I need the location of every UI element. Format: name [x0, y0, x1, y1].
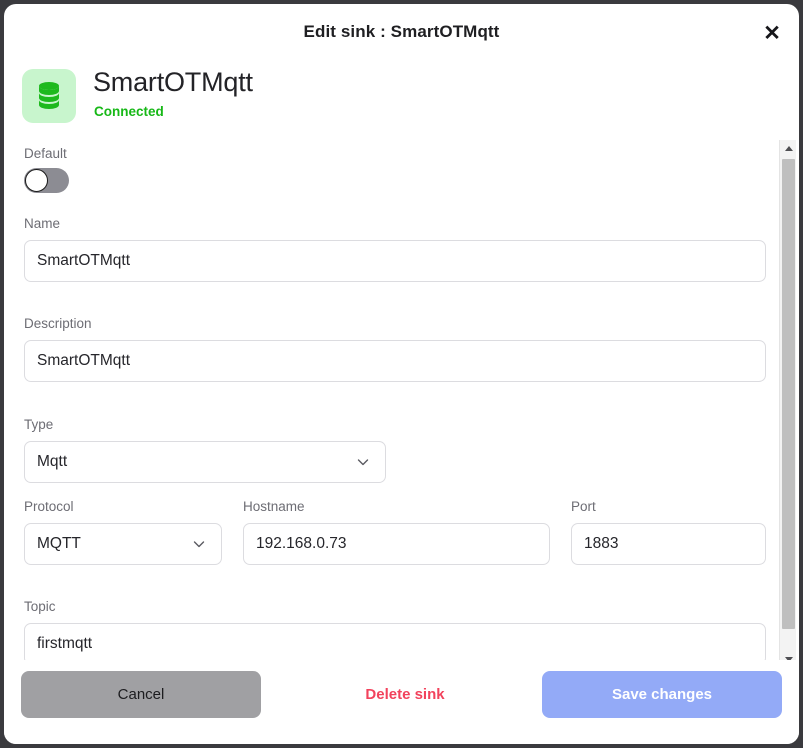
status-badge: Connected	[94, 104, 164, 119]
default-toggle-knob	[25, 169, 48, 192]
type-label: Type	[24, 417, 54, 432]
default-label: Default	[24, 146, 67, 161]
form-scrollbar[interactable]	[779, 140, 796, 668]
sink-header: SmartOTMqtt Connected	[22, 67, 722, 131]
topic-label: Topic	[24, 599, 56, 614]
chevron-down-icon	[193, 541, 205, 548]
modal-titlebar: Edit sink : SmartOTMqtt ✕	[4, 4, 799, 60]
cancel-button[interactable]: Cancel	[21, 671, 261, 718]
delete-sink-button[interactable]: Delete sink	[300, 671, 510, 718]
sink-form: Default Name Description Type Mqtt Proto…	[4, 140, 799, 668]
modal-title: Edit sink : SmartOTMqtt	[303, 22, 500, 41]
name-label: Name	[24, 216, 61, 231]
scrollbar-thumb[interactable]	[782, 159, 795, 629]
topic-input[interactable]	[24, 623, 766, 665]
scroll-up-triangle	[784, 146, 793, 151]
port-label: Port	[571, 499, 596, 514]
name-input[interactable]	[24, 240, 766, 282]
modal-footer: Cancel Delete sink Save changes	[4, 660, 799, 744]
type-select-value: Mqtt	[37, 453, 68, 470]
description-label: Description	[24, 316, 92, 331]
chevron-down-icon	[357, 459, 369, 466]
close-icon[interactable]: ✕	[757, 18, 787, 48]
protocol-select-value: MQTT	[37, 535, 81, 552]
hostname-label: Hostname	[243, 499, 305, 514]
hostname-input[interactable]	[243, 523, 550, 565]
default-toggle[interactable]	[24, 168, 69, 193]
type-select[interactable]: Mqtt	[24, 441, 386, 483]
protocol-label: Protocol	[24, 499, 74, 514]
description-input[interactable]	[24, 340, 766, 382]
scroll-up-arrow-icon[interactable]	[780, 140, 797, 157]
sink-name: SmartOTMqtt	[93, 67, 253, 97]
save-changes-button[interactable]: Save changes	[542, 671, 782, 718]
edit-sink-modal: Edit sink : SmartOTMqtt ✕ SmartOTMqtt Co…	[4, 4, 799, 744]
protocol-select[interactable]: MQTT	[24, 523, 222, 565]
database-icon	[22, 69, 76, 123]
port-input[interactable]	[571, 523, 766, 565]
